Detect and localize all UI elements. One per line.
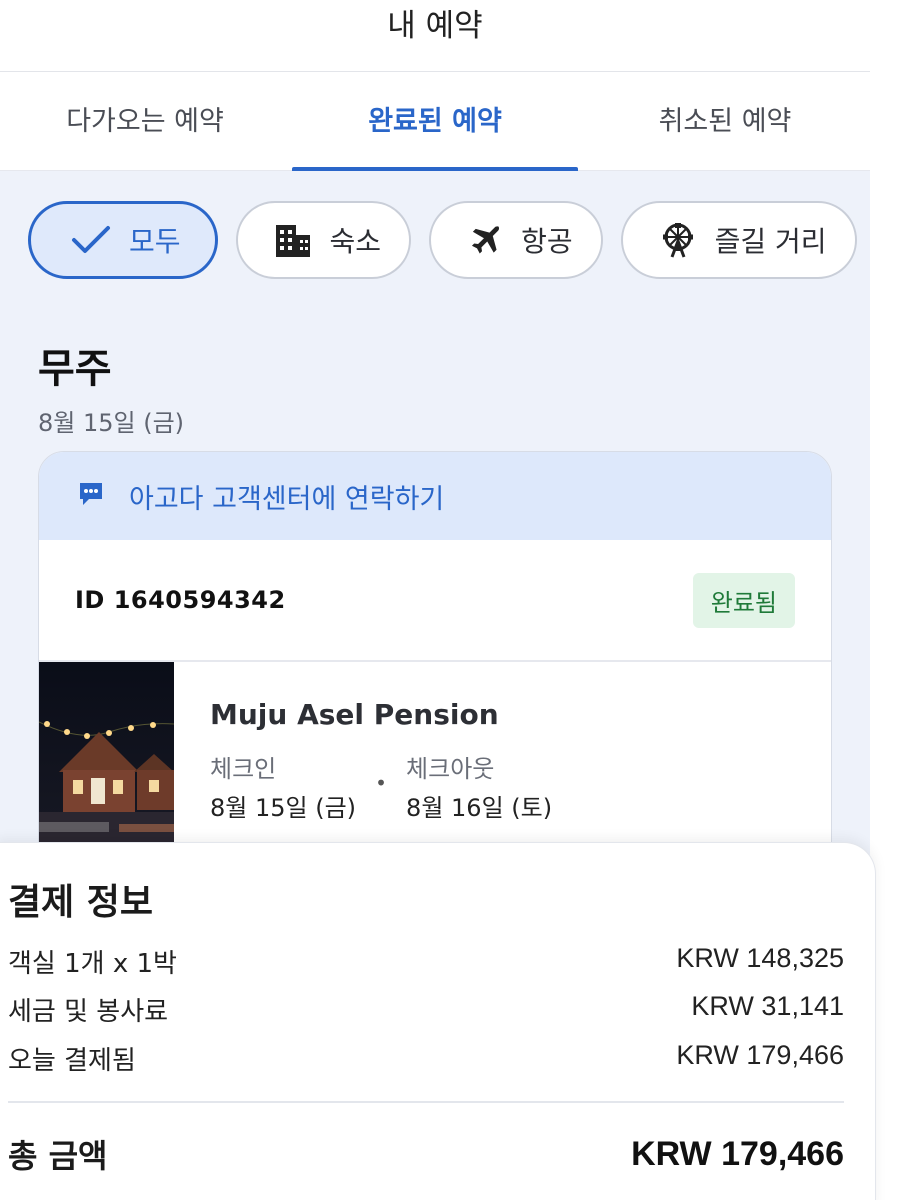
building-icon — [274, 223, 312, 257]
tab-completed-label: 완료된 예약 — [368, 105, 502, 137]
tab-upcoming-label: 다가오는 예약 — [66, 105, 224, 137]
bookings-content: 모두 숙소 항공 즐길 거리 무주 8월 15일 (금) 아고다 고객센터에 연… — [0, 171, 870, 861]
total-label: 총 금액 — [8, 1137, 108, 1175]
date-separator: • — [375, 771, 387, 795]
filter-chip-flights-label: 항공 — [521, 225, 573, 258]
filter-chip-all[interactable]: 모두 — [28, 201, 218, 279]
payment-title: 결제 정보 — [8, 882, 154, 923]
payment-row-paid-today: 오늘 결제됨 KRW 179,466 — [8, 1040, 844, 1077]
filter-chips: 모두 숙소 항공 즐길 거리 — [28, 201, 857, 279]
booking-id: ID 1640594342 — [75, 586, 286, 614]
payment-info-sheet: 결제 정보 객실 1개 x 1박 KRW 148,325 세금 및 봉사료 KR… — [0, 842, 876, 1200]
checkin-label: 체크인 — [210, 755, 277, 783]
payment-row-amount: KRW 148,325 — [676, 943, 844, 973]
booking-tabs: 다가오는 예약 완료된 예약 취소된 예약 — [0, 73, 870, 171]
tab-cancelled[interactable]: 취소된 예약 — [580, 73, 870, 170]
trip-location: 무주 — [38, 346, 112, 392]
payment-row-tax: 세금 및 봉사료 KRW 31,141 — [8, 991, 844, 1028]
total-amount: KRW 179,466 — [631, 1134, 844, 1173]
tab-completed[interactable]: 완료된 예약 — [290, 73, 580, 171]
payment-divider — [8, 1101, 844, 1103]
booking-card[interactable]: 아고다 고객센터에 연락하기 ID 1640594342 완료됨 Muju As… — [38, 451, 832, 861]
payment-row-label: 세금 및 봉사료 — [8, 997, 169, 1027]
check-icon — [71, 225, 111, 255]
checkout-block: 체크아웃 8월 16일 (토) — [406, 749, 552, 823]
app-bar: 내 예약 — [0, 0, 870, 72]
page-title: 내 예약 — [387, 8, 483, 44]
trip-date: 8월 15일 (금) — [38, 409, 185, 437]
tab-cancelled-label: 취소된 예약 — [658, 105, 792, 137]
ferris-wheel-icon — [659, 221, 697, 259]
booking-details: Muju Asel Pension 체크인 8월 15일 (금) • 체크아웃 … — [39, 662, 831, 861]
booking-id-row: ID 1640594342 완료됨 — [39, 540, 831, 662]
payment-row-label: 객실 1개 x 1박 — [8, 949, 177, 979]
payment-row-room: 객실 1개 x 1박 KRW 148,325 — [8, 943, 844, 980]
checkin-block: 체크인 8월 15일 (금) — [210, 749, 356, 823]
payment-total-row: 총 금액 KRW 179,466 — [8, 1131, 844, 1177]
filter-chip-flights[interactable]: 항공 — [429, 201, 603, 279]
chat-icon — [77, 480, 105, 512]
status-badge: 완료됨 — [692, 572, 795, 628]
hotel-info: Muju Asel Pension 체크인 8월 15일 (금) • 체크아웃 … — [174, 662, 552, 861]
hotel-name: Muju Asel Pension — [210, 698, 499, 731]
checkin-date: 8월 15일 (금) — [210, 794, 357, 822]
payment-row-amount: KRW 31,141 — [691, 991, 844, 1021]
filter-chip-stays-label: 숙소 — [329, 225, 382, 258]
filter-chip-all-label: 모두 — [129, 225, 181, 258]
tab-upcoming[interactable]: 다가오는 예약 — [0, 73, 290, 170]
stay-dates: 체크인 8월 15일 (금) • 체크아웃 8월 16일 (토) — [210, 749, 552, 823]
airplane-icon — [467, 222, 503, 258]
payment-row-label: 오늘 결제됨 — [8, 1046, 136, 1076]
contact-support-link[interactable]: 아고다 고객센터에 연락하기 — [39, 452, 831, 540]
contact-support-label: 아고다 고객센터에 연락하기 — [129, 483, 445, 515]
filter-chip-activities[interactable]: 즐길 거리 — [620, 201, 857, 279]
filter-chip-activities-label: 즐길 거리 — [714, 225, 827, 258]
payment-row-amount: KRW 179,466 — [676, 1040, 844, 1070]
filter-chip-stays[interactable]: 숙소 — [235, 201, 412, 279]
hotel-thumbnail[interactable] — [39, 662, 174, 861]
checkout-date: 8월 16일 (토) — [406, 794, 553, 822]
checkout-label: 체크아웃 — [406, 755, 495, 783]
